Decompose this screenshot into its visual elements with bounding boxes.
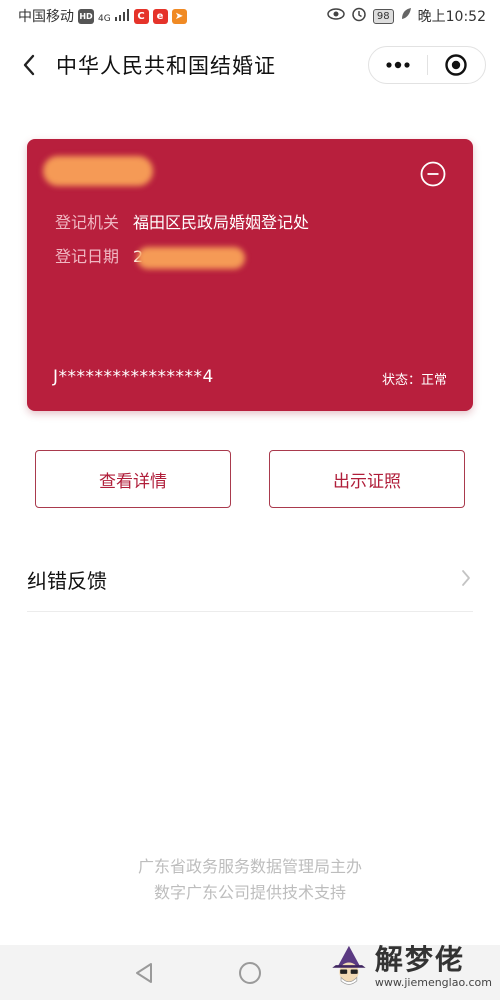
site-watermark: 解梦佬 www.jiemenglao.com	[327, 936, 492, 996]
app-c-icon: C	[133, 8, 149, 24]
back-button[interactable]	[14, 48, 44, 82]
watermark-text: 解梦佬 www.jiemenglao.com	[374, 942, 492, 989]
date-label: 登记日期	[55, 247, 120, 266]
status-left: 中国移动 HD 4G C e ➤	[18, 6, 187, 26]
miniprogram-capsule	[368, 46, 486, 84]
titlebar: 中华人民共和国结婚证	[0, 34, 500, 96]
chevron-right-icon	[461, 569, 471, 591]
nav-back-button[interactable]	[128, 957, 160, 989]
feedback-row[interactable]: 纠错反馈	[27, 548, 473, 612]
app-e-icon: e	[152, 8, 168, 24]
watermark-name: 解梦佬	[374, 942, 465, 976]
feedback-label: 纠错反馈	[27, 569, 107, 593]
status-bar: 中国移动 HD 4G C e ➤ 98 晚上10:52	[0, 0, 500, 32]
app-paper-plane-icon: ➤	[171, 8, 187, 24]
battery-icon: 98	[372, 8, 394, 24]
more-dots-icon	[386, 61, 410, 69]
target-close-icon	[445, 54, 467, 76]
hd-icon: HD	[78, 8, 94, 24]
footer: 广东省政务服务数据管理局主办 数字广东公司提供技术支持	[0, 854, 500, 906]
footer-line-1: 广东省政务服务数据管理局主办	[137, 857, 362, 876]
status-right: 98 晚上10:52	[327, 6, 486, 26]
show-certificate-button[interactable]: 出示证照	[269, 450, 465, 508]
wizard-logo-icon	[332, 945, 366, 985]
signal-icon: 4G	[98, 8, 130, 24]
office-row: 登记机关 福田区民政局婚姻登记处	[55, 209, 309, 233]
office-label: 登记机关	[55, 213, 120, 232]
close-miniprogram-button[interactable]	[428, 47, 486, 83]
clock-time: 晚上10:52	[417, 9, 486, 25]
redacted-name	[43, 156, 153, 186]
carrier-label: 中国移动	[18, 9, 74, 25]
alarm-icon	[351, 6, 367, 26]
date-row: 登记日期2	[55, 243, 143, 267]
leaf-icon	[400, 7, 412, 25]
eye-icon	[327, 7, 345, 25]
office-value: 福田区民政局婚姻登记处	[133, 213, 310, 232]
triangle-back-icon	[136, 963, 152, 983]
view-details-button[interactable]: 查看详情	[35, 450, 231, 508]
chevron-left-icon	[23, 54, 35, 76]
status-badge: 状态：正常	[381, 373, 447, 388]
minus-circle-icon[interactable]	[420, 161, 446, 187]
circle-home-icon	[239, 962, 261, 984]
page-title: 中华人民共和国结婚证	[56, 54, 276, 78]
certificate-number: J****************4	[53, 367, 214, 387]
redacted-date	[137, 247, 245, 269]
watermark-url: www.jiemenglao.com	[374, 975, 492, 989]
footer-line-2: 数字广东公司提供技术支持	[153, 883, 346, 902]
marriage-certificate-card[interactable]: 登记机关福田区民政局婚姻登记处 登记日期2 J****************4…	[27, 139, 473, 411]
nav-home-button[interactable]	[234, 957, 266, 989]
more-button[interactable]	[369, 47, 427, 83]
